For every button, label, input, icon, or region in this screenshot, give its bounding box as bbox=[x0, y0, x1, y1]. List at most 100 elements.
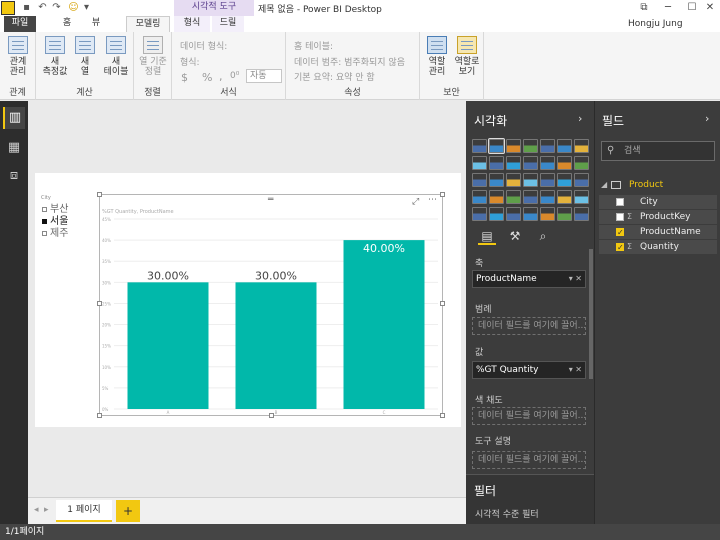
visual-type-icon[interactable] bbox=[489, 173, 504, 187]
field-search-input[interactable]: 검색 bbox=[601, 141, 715, 161]
field-row-city[interactable]: City bbox=[599, 195, 717, 209]
tab-format[interactable]: 형식 bbox=[174, 16, 210, 32]
visual-type-icon[interactable] bbox=[540, 190, 555, 204]
restore-icon[interactable]: ⧉ bbox=[636, 1, 652, 14]
slicer-item[interactable]: 부산 bbox=[41, 204, 96, 216]
resize-handle[interactable] bbox=[440, 301, 445, 306]
view-as-roles-button[interactable]: 역할로 보기 bbox=[452, 36, 482, 77]
visual-type-icon[interactable] bbox=[574, 139, 589, 153]
default-summarization-dropdown[interactable]: 기본 요약: 요약 안 함 bbox=[294, 70, 375, 83]
visual-type-icon[interactable] bbox=[506, 156, 521, 170]
visual-type-icon[interactable] bbox=[472, 173, 487, 187]
smiley-feedback-icon[interactable]: ☺ bbox=[67, 1, 80, 14]
visual-type-icon[interactable] bbox=[557, 190, 572, 204]
data-category-dropdown[interactable]: 데이터 범주: 범주화되지 않음 bbox=[294, 55, 405, 68]
visual-type-icon[interactable] bbox=[472, 190, 487, 204]
previous-page-icon[interactable]: ◂ bbox=[34, 505, 39, 515]
undo-icon[interactable]: ↶ bbox=[36, 1, 49, 14]
visual-type-icon[interactable] bbox=[488, 138, 505, 154]
resize-handle[interactable] bbox=[97, 192, 102, 197]
visual-type-icon[interactable] bbox=[523, 139, 538, 153]
values-well-field[interactable]: %GT Quantity ▾ ✕ bbox=[472, 361, 586, 379]
add-page-button[interactable]: + bbox=[116, 500, 140, 522]
field-row-productname[interactable]: ProductName bbox=[599, 225, 717, 240]
visual-type-icon[interactable] bbox=[523, 207, 538, 221]
visual-type-icon[interactable] bbox=[523, 190, 538, 204]
report-view-icon[interactable]: ▥ bbox=[3, 107, 25, 129]
percent-button[interactable]: % bbox=[202, 71, 212, 84]
decimal-places-input[interactable]: 자동 bbox=[246, 69, 282, 83]
bar[interactable] bbox=[127, 282, 209, 409]
next-page-icon[interactable]: ▸ bbox=[44, 505, 49, 515]
table-product[interactable]: ◢ Product bbox=[599, 178, 719, 192]
tab-view[interactable]: 뷰 bbox=[84, 16, 108, 32]
slicer-item[interactable]: 제주 bbox=[41, 228, 96, 240]
visual-type-icon[interactable] bbox=[557, 207, 572, 221]
legend-drop-zone[interactable]: 데이터 필드를 여기에 끌어... bbox=[472, 317, 586, 335]
resize-handle[interactable] bbox=[269, 413, 274, 418]
field-checkbox[interactable] bbox=[616, 226, 624, 240]
visual-type-icon[interactable] bbox=[523, 173, 538, 187]
manage-relationships-button[interactable]: 관계 관리 bbox=[3, 36, 33, 77]
visual-type-icon[interactable] bbox=[540, 207, 555, 221]
maximize-icon[interactable]: ☐ bbox=[684, 1, 700, 14]
tooltips-drop-zone[interactable]: 데이터 필드를 여기에 끌어... bbox=[472, 451, 586, 469]
visual-type-icon[interactable] bbox=[557, 139, 572, 153]
new-column-button[interactable]: 새 열 bbox=[72, 36, 98, 77]
resize-handle[interactable] bbox=[97, 301, 102, 306]
data-view-icon[interactable]: ▦ bbox=[3, 137, 25, 159]
visual-type-icon[interactable] bbox=[489, 156, 504, 170]
visual-type-icon[interactable] bbox=[472, 139, 487, 153]
bar[interactable] bbox=[235, 282, 317, 409]
currency-button[interactable]: $ bbox=[181, 71, 188, 84]
slicer-checkbox[interactable] bbox=[42, 207, 47, 212]
field-checkbox[interactable] bbox=[616, 198, 624, 206]
visual-type-icon[interactable] bbox=[574, 173, 589, 187]
visual-type-icon[interactable] bbox=[506, 190, 521, 204]
color-saturation-drop-zone[interactable]: 데이터 필드를 여기에 끌어... bbox=[472, 407, 586, 425]
quick-access-dropdown-icon[interactable]: ▾ bbox=[80, 1, 93, 14]
collapse-visualizations-icon[interactable]: › bbox=[578, 112, 582, 125]
column-chart-visual[interactable]: ═ ⤢ ⋯ %GT Quantity, ProductName 0% 5% 10% 1… bbox=[97, 192, 445, 418]
field-checkbox[interactable] bbox=[616, 213, 624, 221]
user-name[interactable]: Hongju Jung bbox=[628, 19, 683, 29]
tab-file[interactable]: 파일 bbox=[4, 16, 36, 32]
slicer-checkbox[interactable] bbox=[42, 219, 47, 224]
visual-type-icon[interactable] bbox=[557, 173, 572, 187]
fields-well-tab-icon[interactable]: ▤ bbox=[478, 227, 496, 245]
collapse-fields-icon[interactable]: › bbox=[705, 112, 709, 125]
visual-type-icon[interactable] bbox=[472, 156, 487, 170]
tab-data-drill[interactable]: 드릴 bbox=[212, 16, 244, 32]
field-row-quantity[interactable]: Σ Quantity bbox=[599, 240, 717, 255]
remove-field-icon[interactable]: ▾ ✕ bbox=[569, 362, 582, 378]
remove-field-icon[interactable]: ▾ ✕ bbox=[569, 271, 582, 287]
redo-icon[interactable]: ↷ bbox=[50, 1, 63, 14]
resize-handle[interactable] bbox=[440, 192, 445, 197]
visual-type-icon[interactable] bbox=[472, 207, 487, 221]
resize-handle[interactable] bbox=[440, 413, 445, 418]
pane-scrollbar[interactable] bbox=[589, 249, 593, 379]
format-dropdown[interactable]: 형식: bbox=[180, 55, 200, 68]
comma-button[interactable]: , bbox=[219, 70, 223, 83]
sort-by-column-button[interactable]: 열 기준 정렬 bbox=[136, 36, 170, 77]
visual-type-icon[interactable] bbox=[506, 173, 521, 187]
visual-type-icon[interactable] bbox=[557, 156, 572, 170]
minimize-icon[interactable]: ─ bbox=[660, 1, 676, 14]
slicer-checkbox[interactable] bbox=[42, 231, 47, 236]
visual-type-icon[interactable] bbox=[574, 207, 589, 221]
report-page[interactable]: City 부산 서울 제주 ═ ⤢ ⋯ %GT Quantity, Produc… bbox=[35, 173, 461, 427]
tab-home[interactable]: 홈 bbox=[52, 16, 82, 32]
close-icon[interactable]: ✕ bbox=[702, 1, 718, 14]
visual-type-icon[interactable] bbox=[506, 207, 521, 221]
visual-level-filters[interactable]: 시각적 수준 필터 bbox=[475, 507, 539, 520]
new-measure-button[interactable]: 새 측정값 bbox=[40, 36, 70, 77]
collapse-table-icon[interactable]: ◢ bbox=[601, 178, 607, 192]
manage-roles-button[interactable]: 역할 관리 bbox=[424, 36, 450, 77]
field-row-productkey[interactable]: Σ ProductKey bbox=[599, 210, 717, 224]
field-checkbox[interactable] bbox=[616, 241, 624, 255]
visual-type-icon[interactable] bbox=[540, 139, 555, 153]
analytics-magnifier-icon[interactable]: ⌕ bbox=[534, 227, 552, 245]
new-table-button[interactable]: 새 테이블 bbox=[100, 36, 132, 77]
visual-type-icon[interactable] bbox=[574, 156, 589, 170]
save-icon[interactable]: ▪ bbox=[20, 1, 33, 14]
